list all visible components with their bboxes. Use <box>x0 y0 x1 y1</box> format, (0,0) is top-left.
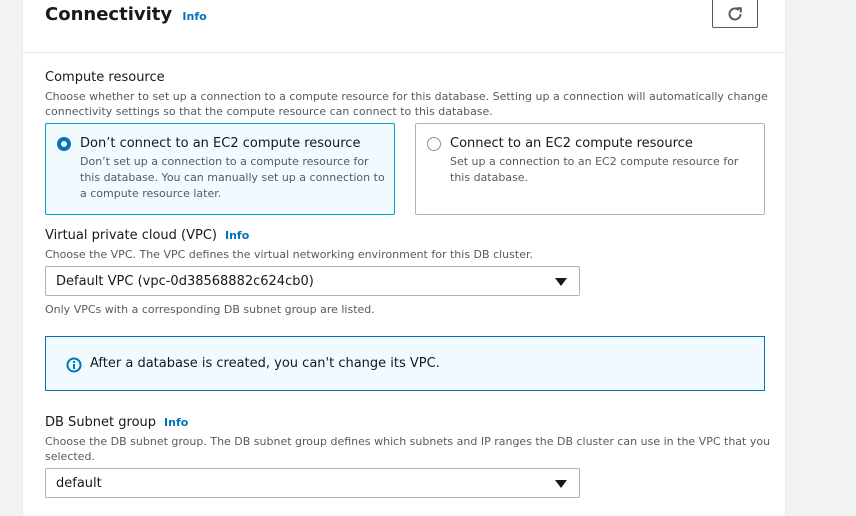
option-description: Set up a connection to an EC2 compute re… <box>450 154 738 186</box>
vpc-hint: Only VPCs with a corresponding DB subnet… <box>45 303 375 316</box>
caret-down-icon <box>555 480 567 488</box>
section-info-link[interactable]: Info <box>182 10 206 23</box>
option-desc-line: this database. You can manually set up a… <box>80 171 385 184</box>
option-connect-ec2[interactable]: Connect to an EC2 compute resource Set u… <box>415 123 765 215</box>
alert-text: After a database is created, you can't c… <box>90 356 440 371</box>
radio-connect[interactable] <box>427 137 441 151</box>
refresh-icon <box>728 6 742 20</box>
vpc-description: Choose the VPC. The VPC defines the virt… <box>45 248 533 261</box>
compute-desc-line1: Choose whether to set up a connection to… <box>45 90 768 103</box>
caret-down-icon <box>555 278 567 286</box>
option-desc-line: this database. <box>450 171 529 184</box>
connectivity-panel: Connectivity Info Compute resource Choos… <box>22 0 786 516</box>
vpc-selected-value: Default VPC (vpc-0d38568882c624cb0) <box>56 274 314 289</box>
section-title: Connectivity Info <box>45 4 207 25</box>
option-desc-line: Don’t set up a connection to a compute r… <box>80 155 369 168</box>
option-desc-line: Set up a connection to an EC2 compute re… <box>450 155 739 168</box>
option-desc-line: a compute resource later. <box>80 187 222 200</box>
vpc-select[interactable]: Default VPC (vpc-0d38568882c624cb0) <box>45 266 580 296</box>
subnet-select[interactable]: default <box>45 468 580 498</box>
compute-desc-line2: connectivity settings so that the comput… <box>45 105 493 118</box>
vpc-info-link[interactable]: Info <box>225 229 249 242</box>
compute-resource-description: Choose whether to set up a connection to… <box>45 89 775 119</box>
compute-resource-label: Compute resource <box>45 70 165 85</box>
refresh-button[interactable] <box>712 0 758 28</box>
radio-dont-connect[interactable] <box>57 137 71 151</box>
vpc-label-text: Virtual private cloud (VPC) <box>45 228 217 243</box>
subnet-selected-value: default <box>56 476 102 491</box>
info-circle-icon <box>66 357 82 373</box>
subnet-desc-line1: Choose the DB subnet group. The DB subne… <box>45 435 771 448</box>
subnet-label: DB Subnet group Info <box>45 415 188 430</box>
vpc-info-alert: After a database is created, you can't c… <box>45 336 765 391</box>
option-title: Don’t connect to an EC2 compute resource <box>80 136 361 151</box>
option-description: Don’t set up a connection to a compute r… <box>80 154 385 202</box>
option-title: Connect to an EC2 compute resource <box>450 136 693 151</box>
subnet-description: Choose the DB subnet group. The DB subne… <box>45 434 775 464</box>
vpc-label: Virtual private cloud (VPC) Info <box>45 228 249 243</box>
panel-header: Connectivity Info <box>23 0 785 53</box>
subnet-label-text: DB Subnet group <box>45 415 157 430</box>
subnet-info-link[interactable]: Info <box>164 416 188 429</box>
subnet-desc-line2: selected. <box>45 450 95 463</box>
section-title-text: Connectivity <box>45 4 173 25</box>
option-dont-connect-ec2[interactable]: Don’t connect to an EC2 compute resource… <box>45 123 395 215</box>
